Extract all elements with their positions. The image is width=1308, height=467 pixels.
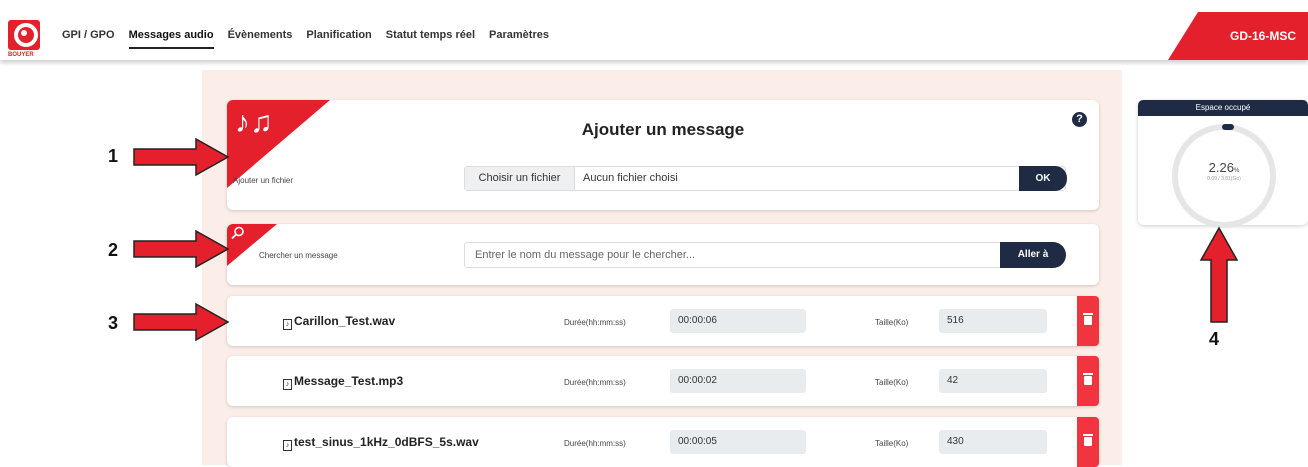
delete-button[interactable] — [1077, 296, 1099, 346]
annotation-arrow-up-icon — [1199, 226, 1239, 323]
storage-percent: 2.26% — [1178, 160, 1270, 175]
search-card: Chercher un message Entrer le nom du mes… — [227, 224, 1099, 285]
annotation-number: 1 — [108, 146, 119, 166]
top-navbar: BOUYER GPI / GPO Messages audio Évènemen… — [0, 12, 1308, 60]
nav-parametres[interactable]: Paramètres — [489, 29, 549, 49]
search-label: Chercher un message — [259, 251, 338, 260]
trash-icon — [1083, 313, 1093, 325]
main-panel: ♪♫ Ajouter un message ? Ajouter un fichi… — [202, 70, 1122, 467]
message-row: ♪ Carillon_Test.wav Durée(hh:mm:ss) 00:00… — [227, 296, 1099, 346]
nav-planification[interactable]: Planification — [306, 29, 371, 49]
message-name-text: Message_Test.mp3 — [294, 374, 404, 388]
add-file-label: Ajouter un fichier — [233, 176, 294, 185]
nav-evenements[interactable]: Évènements — [228, 29, 293, 49]
bouyer-logo-icon — [8, 20, 40, 50]
storage-percent-value: 2.26 — [1208, 160, 1234, 175]
trash-icon — [1083, 373, 1093, 385]
size-label: Taille(Ko) — [875, 318, 909, 327]
message-row: ♪ test_sinus_1kHz_0dBFS_5s.wav Durée(hh:m… — [227, 417, 1099, 467]
add-message-title: Ajouter un message — [581, 120, 745, 139]
message-name-text: test_sinus_1kHz_0dBFS_5s.wav — [294, 435, 479, 449]
duration-field: 00:00:06 — [670, 309, 806, 333]
annotation-arrow-right-icon — [133, 137, 230, 177]
trash-icon — [1083, 434, 1093, 446]
size-field: 42 — [939, 369, 1047, 393]
size-label: Taille(Ko) — [875, 439, 909, 448]
device-tag: GD-16-MSC — [1168, 12, 1308, 60]
main-nav: GPI / GPO Messages audio Évènements Plan… — [62, 29, 563, 49]
storage-widget: Espace occupé 2.26% 0.09 / 3.81(Go) — [1138, 100, 1308, 228]
storage-title: Espace occupé — [1138, 100, 1308, 116]
storage-detail: 0.09 / 3.81(Go) — [1207, 176, 1241, 182]
duration-label: Durée(hh:mm:ss) — [564, 439, 626, 448]
message-row: ♪ Message_Test.mp3 Durée(hh:mm:ss) 00:00:… — [227, 356, 1099, 406]
no-file-text: Aucun fichier choisi — [583, 172, 678, 184]
annotation-arrow-right-icon — [133, 229, 230, 269]
nav-messages-audio[interactable]: Messages audio — [128, 29, 214, 49]
message-name: ♪ Carillon_Test.wav — [283, 314, 395, 330]
logo-text: BOUYER — [8, 52, 34, 58]
annotation-number: 3 — [108, 313, 119, 333]
size-label: Taille(Ko) — [875, 378, 909, 387]
device-name: GD-16-MSC — [1230, 29, 1297, 43]
message-name: ♪ Message_Test.mp3 — [283, 374, 403, 390]
add-corner-badge: ♪♫ — [227, 100, 330, 188]
gauge-indicator — [1222, 124, 1234, 130]
duration-label: Durée(hh:mm:ss) — [564, 318, 626, 327]
nav-statut-temps-reel[interactable]: Statut temps réel — [386, 29, 475, 49]
duration-field: 00:00:02 — [670, 369, 806, 393]
annotation-number: 2 — [108, 240, 119, 260]
search-icon — [231, 226, 244, 240]
annotation-arrow-right-icon — [133, 302, 230, 342]
bouyer-logo[interactable]: BOUYER — [8, 20, 40, 60]
add-message-card: ♪♫ Ajouter un message ? Ajouter un fichi… — [227, 100, 1099, 210]
annotation-number: 4 — [1209, 329, 1220, 349]
search-input[interactable]: Entrer le nom du message pour le cherche… — [464, 242, 1004, 268]
storage-gauge: 2.26% 0.09 / 3.81(Go) — [1172, 124, 1276, 228]
nav-gpi-gpo[interactable]: GPI / GPO — [62, 29, 115, 49]
ok-button[interactable]: OK — [1019, 166, 1067, 191]
message-name: ♪ test_sinus_1kHz_0dBFS_5s.wav — [283, 435, 479, 451]
file-input[interactable]: Choisir un fichier Aucun fichier choisi — [464, 166, 1066, 191]
delete-button[interactable] — [1077, 417, 1099, 467]
size-field: 430 — [939, 430, 1047, 454]
duration-label: Durée(hh:mm:ss) — [564, 378, 626, 387]
duration-field: 00:00:05 — [670, 430, 806, 454]
message-name-text: Carillon_Test.wav — [294, 314, 396, 328]
storage-percent-unit: % — [1233, 168, 1240, 174]
audio-file-icon: ♪ — [283, 319, 292, 330]
size-field: 516 — [939, 309, 1047, 333]
go-button[interactable]: Aller à — [1000, 242, 1066, 268]
delete-button[interactable] — [1077, 356, 1099, 406]
help-icon[interactable]: ? — [1072, 112, 1087, 127]
audio-file-icon: ♪ — [283, 379, 292, 390]
choose-file-button[interactable]: Choisir un fichier — [465, 167, 575, 190]
audio-file-icon: ♪ — [283, 440, 292, 451]
